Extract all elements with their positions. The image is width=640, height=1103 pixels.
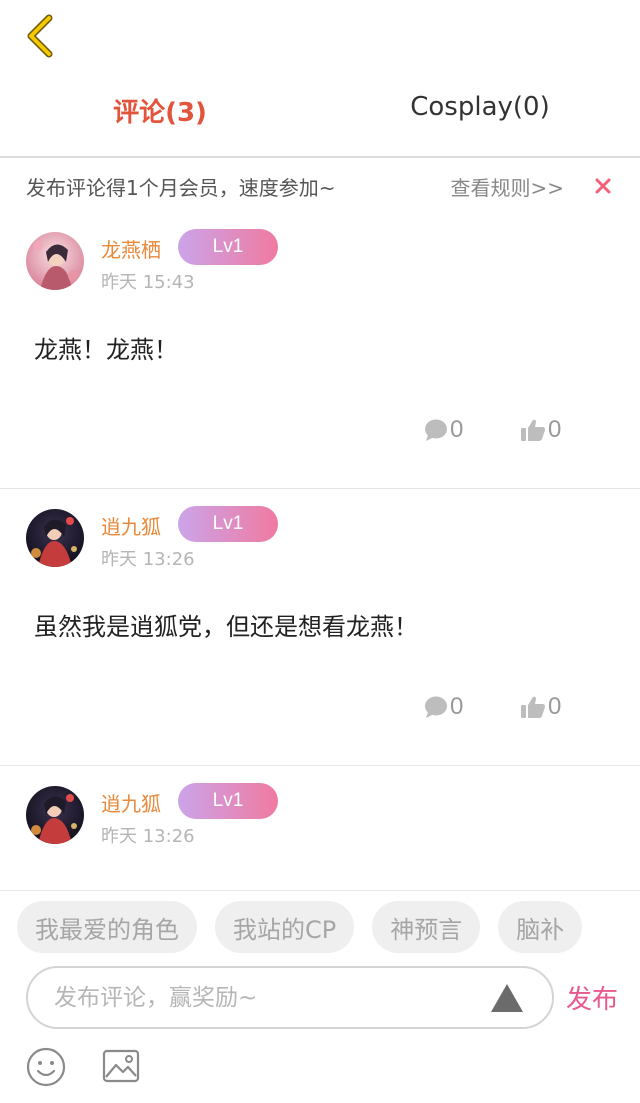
- comment-item: 逍九狐 Lv1 昨天 13:26 虽然我是逍狐党，但还是想看龙燕！ 0 0: [0, 489, 640, 766]
- emoji-button[interactable]: [26, 1047, 66, 1087]
- promo-banner: 发布评论得1个月会员，速度参加~ 查看规则>>: [0, 160, 640, 212]
- back-button[interactable]: [18, 12, 62, 60]
- topic-chip[interactable]: 神预言: [372, 901, 481, 953]
- comment-time: 昨天 13:26: [101, 549, 195, 570]
- smiley-icon: [26, 1047, 66, 1087]
- like-count: 0: [548, 416, 562, 443]
- like-button[interactable]: 0: [520, 416, 561, 444]
- comment-bubble-icon: [425, 419, 447, 441]
- triangle-icon: [491, 983, 523, 1012]
- comment-list[interactable]: 龙燕栖 Lv1 昨天 15:43 龙燕！龙燕！ 0 0 逍九狐 Lv1 昨天 1…: [0, 212, 640, 890]
- chevron-left-icon: [27, 14, 53, 58]
- reply-count: 0: [450, 693, 464, 720]
- tab-comments[interactable]: 评论(3): [0, 78, 320, 156]
- reply-button[interactable]: 0: [424, 416, 463, 444]
- comment-composer: 我最爱的角色 我站的CP 神预言 脑补 发布: [0, 890, 640, 1103]
- reply-count: 0: [450, 416, 464, 443]
- level-badge: Lv1: [178, 229, 278, 265]
- image-button[interactable]: [102, 1049, 140, 1083]
- thumbs-up-icon: [521, 419, 545, 441]
- level-badge: Lv1: [178, 506, 278, 542]
- like-count: 0: [548, 693, 562, 720]
- topic-chip[interactable]: 脑补: [498, 901, 583, 953]
- publish-button[interactable]: 发布: [566, 979, 618, 1016]
- comment-item: 龙燕栖 Lv1 昨天 15:43 龙燕！龙燕！ 0 0: [0, 212, 640, 489]
- close-icon: [595, 178, 611, 194]
- topic-chip[interactable]: 我最爱的角色: [17, 901, 197, 953]
- thumbs-up-icon: [521, 696, 545, 718]
- promo-text: 发布评论得1个月会员，速度参加~: [26, 175, 336, 200]
- topic-chips: 我最爱的角色 我站的CP 神预言 脑补: [17, 901, 640, 957]
- username[interactable]: 龙燕栖: [101, 234, 161, 263]
- view-rules-link[interactable]: 查看规则>>: [450, 172, 564, 201]
- comment-input[interactable]: [54, 984, 490, 1011]
- username[interactable]: 逍九狐: [101, 511, 161, 540]
- level-badge: Lv1: [178, 783, 278, 819]
- comment-time: 昨天 13:26: [101, 826, 195, 847]
- comment-bubble-icon: [425, 696, 447, 718]
- comment-time: 昨天 15:43: [101, 272, 195, 293]
- like-button[interactable]: 0: [520, 693, 561, 721]
- reply-button[interactable]: 0: [424, 693, 463, 721]
- close-button[interactable]: [592, 175, 614, 197]
- comment-text: 龙燕！龙燕！: [34, 336, 178, 364]
- comment-input-box: [26, 966, 554, 1029]
- avatar[interactable]: [26, 232, 84, 290]
- comment-text: 虽然我是逍狐党，但还是想看龙燕！: [34, 613, 418, 641]
- comment-item: 逍九狐 Lv1 昨天 13:26: [0, 766, 640, 890]
- image-icon: [102, 1049, 140, 1083]
- tab-cosplay[interactable]: Cosplay(0): [320, 78, 640, 156]
- avatar[interactable]: [26, 509, 84, 567]
- topic-chip[interactable]: 我站的CP: [215, 901, 355, 953]
- avatar[interactable]: [26, 786, 84, 844]
- username[interactable]: 逍九狐: [101, 788, 161, 817]
- tab-bar: 评论(3) Cosplay(0): [0, 78, 640, 158]
- mention-button[interactable]: [490, 983, 524, 1013]
